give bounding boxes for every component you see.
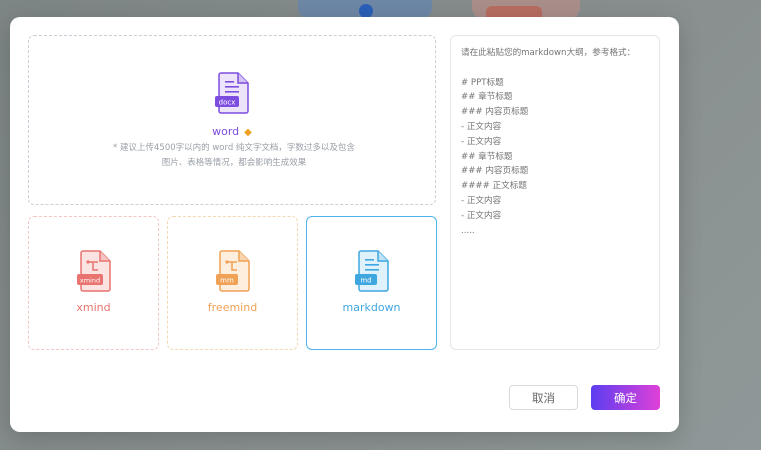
markdown-file-icon: md — [355, 250, 389, 292]
word-label-row: word ◆ — [29, 125, 435, 138]
import-modal: docx word ◆ * 建议上传4500字以内的 word 纯文字文档，字数过… — [10, 17, 679, 432]
freemind-card[interactable]: mm freemind — [167, 216, 298, 350]
markdown-label: markdown — [342, 301, 401, 314]
markdown-card[interactable]: md markdown — [306, 216, 437, 350]
svg-text:mm: mm — [220, 277, 234, 285]
freemind-label: freemind — [207, 301, 258, 314]
word-hint: * 建议上传4500字以内的 word 纯文字文档，字数过多以及包含 图片、表格… — [113, 143, 355, 168]
docx-file-icon: docx — [215, 72, 249, 114]
confirm-button[interactable]: 确定 — [591, 385, 660, 410]
freemind-file-icon: mm — [216, 250, 250, 292]
markdown-outline-input[interactable] — [450, 35, 660, 350]
xmind-card[interactable]: xmind xmind — [28, 216, 159, 350]
cancel-button[interactable]: 取消 — [509, 385, 578, 410]
word-label: word — [212, 125, 240, 138]
svg-text:xmind: xmind — [80, 277, 100, 285]
svg-text:docx: docx — [219, 99, 236, 107]
xmind-file-icon: xmind — [77, 250, 111, 292]
background-dot — [359, 4, 373, 18]
svg-text:md: md — [360, 277, 371, 285]
word-upload-card[interactable]: docx word ◆ * 建议上传4500字以内的 word 纯文字文档，字数过… — [28, 35, 436, 205]
diamond-icon: ◆ — [244, 127, 252, 138]
xmind-label: xmind — [76, 301, 111, 314]
